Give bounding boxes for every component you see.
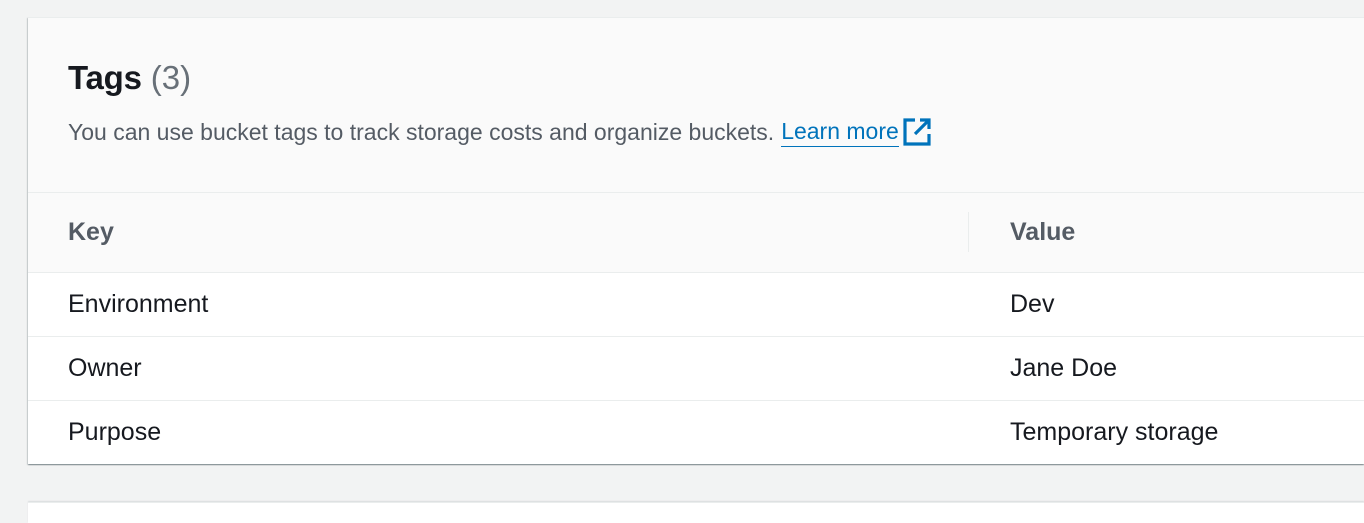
tag-value-cell: Dev <box>1010 290 1055 318</box>
tag-value-cell: Temporary storage <box>1010 418 1219 446</box>
tags-panel-header: Tags (3) You can use bucket tags to trac… <box>28 18 1364 193</box>
tags-panel: Tags (3) You can use bucket tags to trac… <box>28 17 1364 464</box>
next-panel-edge <box>28 502 1364 523</box>
tags-description: You can use bucket tags to track storage… <box>68 118 775 145</box>
column-header-key[interactable]: Key <box>68 218 114 247</box>
tags-description-row: You can use bucket tags to track storage… <box>68 117 1364 147</box>
column-header-value[interactable]: Value <box>1010 218 1075 247</box>
learn-more-link[interactable]: Learn more <box>781 118 899 147</box>
tag-key-cell: Owner <box>68 354 142 382</box>
tags-title-row: Tags (3) <box>68 59 1364 99</box>
column-divider[interactable] <box>968 212 969 252</box>
table-row: Purpose Temporary storage <box>28 401 1364 465</box>
tags-title: Tags <box>68 59 142 96</box>
tags-table-body: Environment Dev Owner Jane Doe Purpose T… <box>28 273 1364 465</box>
table-row: Environment Dev <box>28 273 1364 337</box>
external-link-icon[interactable] <box>902 117 932 147</box>
tag-key-cell: Purpose <box>68 418 162 446</box>
table-row: Owner Jane Doe <box>28 337 1364 401</box>
tags-count: (3) <box>150 59 192 96</box>
learn-more-label: Learn more <box>781 117 899 144</box>
tag-value-cell: Jane Doe <box>1010 354 1118 382</box>
tags-table-header: Key Value <box>28 193 1364 273</box>
tag-key-cell: Environment <box>68 290 209 318</box>
